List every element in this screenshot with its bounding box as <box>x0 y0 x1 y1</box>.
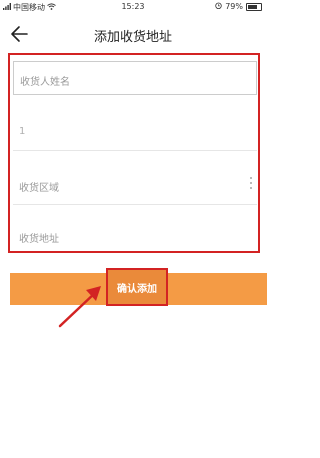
recipient-name-field[interactable]: 收货人姓名 <box>13 61 257 95</box>
region-placeholder: 收货区域 <box>19 183 59 194</box>
phone-field[interactable]: 1 <box>13 115 257 151</box>
alarm-icon <box>215 2 222 11</box>
confirm-add-label[interactable]: 确认添加 <box>106 268 168 306</box>
page-title: 添加收货地址 <box>93 30 172 45</box>
page-header: 添加收货地址 <box>0 16 266 52</box>
battery-label: 79% <box>225 2 243 11</box>
address-placeholder: 收货地址 <box>19 234 59 245</box>
address-field[interactable]: 收货地址 <box>13 221 257 251</box>
status-bar: 中国移动 15:23 79% <box>0 0 266 15</box>
recipient-name-placeholder: 收货人姓名 <box>20 77 70 88</box>
region-field[interactable]: 收货区域 <box>13 169 257 205</box>
battery-icon <box>246 2 262 11</box>
more-options-icon <box>250 177 253 191</box>
pointer-arrow-icon <box>56 282 110 330</box>
status-right: 79% <box>215 2 262 11</box>
phone-value: 1 <box>19 126 26 137</box>
address-form: 收货人姓名 1 收货区域 收货地址 <box>8 53 260 253</box>
